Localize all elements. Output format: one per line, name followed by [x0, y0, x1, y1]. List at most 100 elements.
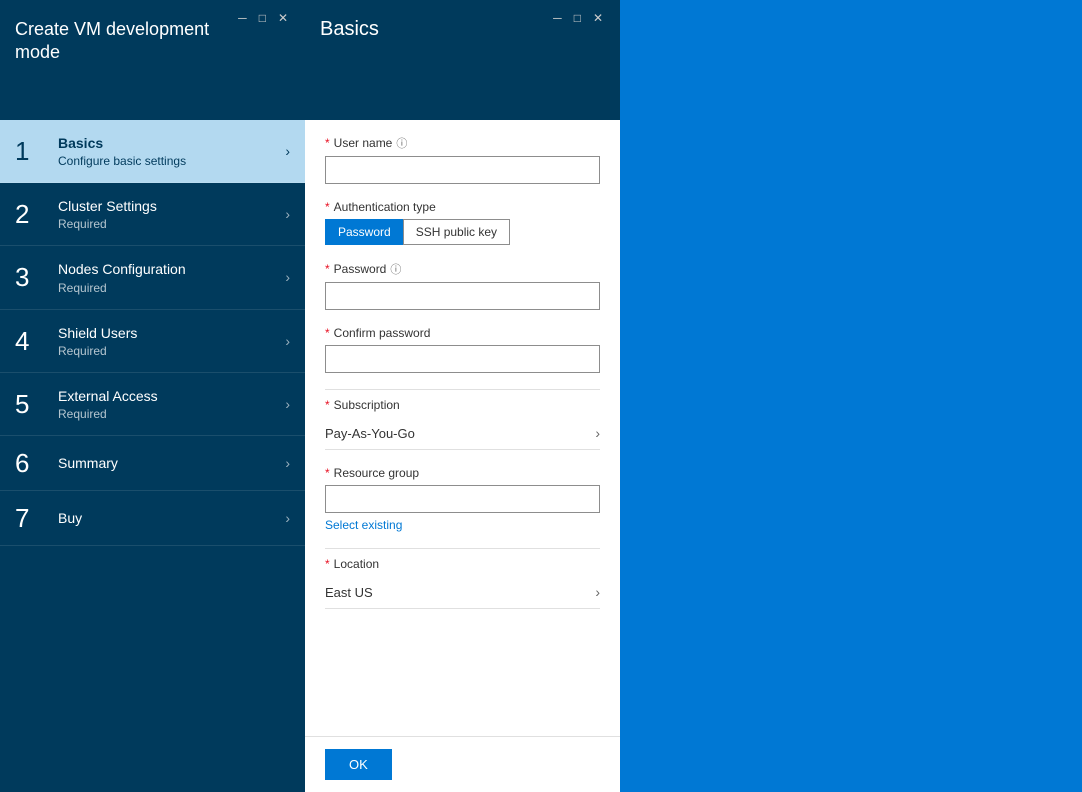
required-star-location: * [325, 557, 330, 571]
resource-group-group: * Resource group Select existing [325, 466, 600, 532]
required-star-username: * [325, 136, 330, 150]
nav-number-6: 6 [15, 450, 50, 476]
nav-chevron-2: › [285, 206, 290, 222]
nav-title-buy: Buy [58, 509, 285, 527]
location-selector[interactable]: East US › [325, 576, 600, 609]
password-auth-button[interactable]: Password [325, 219, 403, 245]
nav-chevron-5: › [285, 396, 290, 412]
nav-item-summary[interactable]: 6 Summary › [0, 436, 305, 491]
nav-item-nodes-config[interactable]: 3 Nodes Configuration Required › [0, 246, 305, 309]
password-input[interactable] [325, 282, 600, 310]
nav-number-1: 1 [15, 138, 50, 164]
nav-title-external: External Access [58, 387, 285, 405]
info-icon-username[interactable]: ⓘ [396, 135, 407, 151]
middle-panel: Basics ─ □ ✕ * User name ⓘ * Authenticat… [305, 0, 620, 792]
user-name-label: * User name ⓘ [325, 135, 600, 151]
nav-chevron-6: › [285, 455, 290, 471]
nav-chevron-4: › [285, 333, 290, 349]
form-content: * User name ⓘ * Authentication type Pass… [305, 120, 620, 736]
window-controls-left: ─ □ ✕ [236, 12, 290, 24]
nav-items: 1 Basics Configure basic settings › 2 Cl… [0, 120, 305, 792]
password-label-text: Password [334, 262, 387, 276]
user-name-group: * User name ⓘ [325, 135, 600, 184]
auth-type-label: * Authentication type [325, 200, 600, 214]
resource-group-label-text: Resource group [334, 466, 419, 480]
location-group: * Location East US › [325, 557, 600, 609]
ssh-auth-button[interactable]: SSH public key [403, 219, 510, 245]
nav-subtitle-external: Required [58, 407, 285, 421]
user-name-label-text: User name [334, 136, 393, 150]
ok-button[interactable]: OK [325, 749, 392, 780]
nav-item-buy[interactable]: 7 Buy › [0, 491, 305, 546]
nav-title-cluster: Cluster Settings [58, 197, 285, 215]
middle-panel-title: Basics [320, 18, 379, 41]
nav-text-shield: Shield Users Required [58, 324, 285, 358]
nav-item-shield-users[interactable]: 4 Shield Users Required › [0, 310, 305, 373]
auth-type-buttons: Password SSH public key [325, 219, 600, 245]
window-controls-right: ─ □ ✕ [551, 12, 605, 24]
nav-item-external-access[interactable]: 5 External Access Required › [0, 373, 305, 436]
required-star-auth: * [325, 200, 330, 214]
resource-group-input[interactable] [325, 485, 600, 513]
resource-group-label: * Resource group [325, 466, 600, 480]
bottom-bar: OK [305, 736, 620, 792]
subscription-label-text: Subscription [334, 398, 400, 412]
nav-subtitle-nodes: Required [58, 281, 285, 295]
required-star-subscription: * [325, 398, 330, 412]
required-star-password: * [325, 262, 330, 276]
nav-item-cluster-settings[interactable]: 2 Cluster Settings Required › [0, 183, 305, 246]
nav-chevron-1: › [285, 143, 290, 159]
nav-number-3: 3 [15, 264, 50, 290]
nav-title-summary: Summary [58, 454, 285, 472]
confirm-password-input[interactable] [325, 345, 600, 373]
location-chevron-icon: › [595, 584, 600, 600]
nav-item-basics[interactable]: 1 Basics Configure basic settings › [0, 120, 305, 183]
required-star-resource: * [325, 466, 330, 480]
location-label: * Location [325, 557, 600, 571]
auth-type-group: * Authentication type Password SSH publi… [325, 200, 600, 245]
subscription-value: Pay-As-You-Go [325, 426, 415, 441]
auth-type-label-text: Authentication type [334, 200, 436, 214]
divider-2 [325, 548, 600, 549]
subscription-group: * Subscription Pay-As-You-Go › [325, 398, 600, 450]
nav-text-buy: Buy [58, 509, 285, 527]
password-group: * Password ⓘ [325, 261, 600, 310]
nav-text-nodes: Nodes Configuration Required [58, 260, 285, 294]
nav-chevron-7: › [285, 510, 290, 526]
nav-text-external: External Access Required [58, 387, 285, 421]
nav-subtitle-shield: Required [58, 344, 285, 358]
location-value: East US [325, 585, 373, 600]
nav-number-2: 2 [15, 201, 50, 227]
select-existing-link[interactable]: Select existing [325, 518, 600, 532]
nav-number-7: 7 [15, 505, 50, 531]
middle-panel-header: Basics ─ □ ✕ [305, 0, 620, 120]
minimize-button-right[interactable]: ─ [551, 12, 564, 24]
nav-subtitle-cluster: Required [58, 217, 285, 231]
nav-text-summary: Summary [58, 454, 285, 472]
maximize-button-left[interactable]: □ [257, 12, 268, 24]
location-label-text: Location [334, 557, 379, 571]
maximize-button-right[interactable]: □ [572, 12, 583, 24]
nav-number-4: 4 [15, 328, 50, 354]
nav-text-basics: Basics Configure basic settings [58, 134, 285, 168]
subscription-selector[interactable]: Pay-As-You-Go › [325, 417, 600, 450]
confirm-password-label: * Confirm password [325, 326, 600, 340]
nav-number-5: 5 [15, 391, 50, 417]
confirm-password-label-text: Confirm password [334, 326, 431, 340]
left-panel-title: Create VM development mode [15, 18, 236, 65]
info-icon-password[interactable]: ⓘ [390, 261, 401, 277]
close-button-right[interactable]: ✕ [591, 12, 605, 24]
close-button-left[interactable]: ✕ [276, 12, 290, 24]
required-star-confirm: * [325, 326, 330, 340]
user-name-input[interactable] [325, 156, 600, 184]
minimize-button-left[interactable]: ─ [236, 12, 249, 24]
nav-title-basics: Basics [58, 134, 285, 152]
subscription-label: * Subscription [325, 398, 600, 412]
nav-chevron-3: › [285, 269, 290, 285]
subscription-chevron-icon: › [595, 425, 600, 441]
nav-text-cluster: Cluster Settings Required [58, 197, 285, 231]
nav-title-nodes: Nodes Configuration [58, 260, 285, 278]
confirm-password-group: * Confirm password [325, 326, 600, 373]
right-panel [620, 0, 1082, 792]
password-label: * Password ⓘ [325, 261, 600, 277]
